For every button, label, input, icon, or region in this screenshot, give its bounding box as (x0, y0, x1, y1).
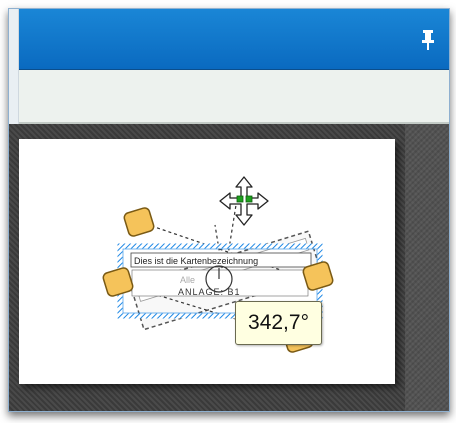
label-box[interactable] (130, 252, 312, 268)
rotation-angle-tooltip: 342,7° (235, 301, 322, 345)
main-text-box[interactable] (131, 269, 309, 297)
title-bar (9, 9, 449, 70)
pin-icon[interactable] (421, 29, 435, 51)
canvas-workspace[interactable] (9, 124, 449, 411)
editor-window (8, 8, 450, 412)
toolbar (9, 70, 449, 124)
workspace-scroll-area[interactable] (405, 124, 449, 411)
